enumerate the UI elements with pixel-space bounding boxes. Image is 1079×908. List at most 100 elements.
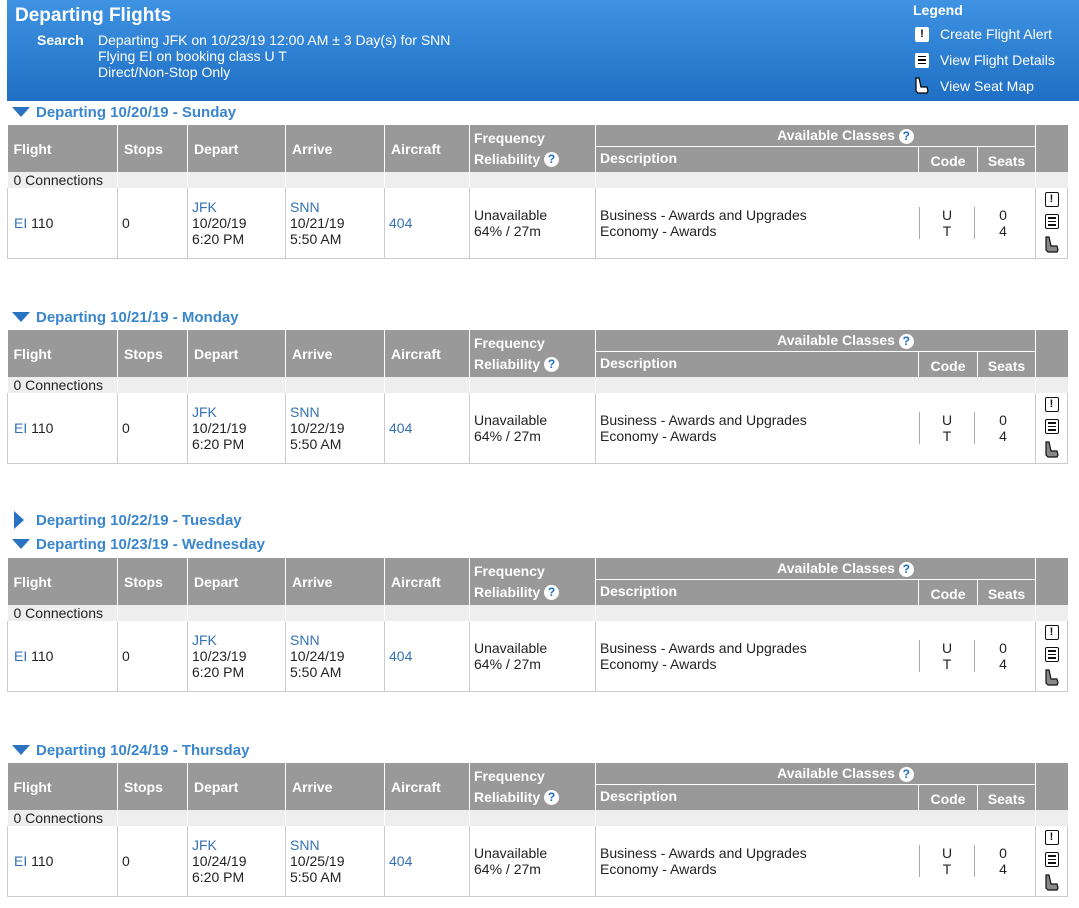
arrive-airport-link[interactable]: SNN	[290, 199, 320, 215]
seats-header: Seats	[977, 580, 1035, 605]
airline-link[interactable]: EI	[14, 853, 27, 869]
airline-link[interactable]: EI	[14, 420, 27, 436]
day-toggle[interactable]: Departing 10/23/19 - Wednesday	[12, 534, 265, 554]
class-description: Business - Awards and Upgrades	[600, 207, 807, 223]
class-seats: 0	[999, 207, 1007, 223]
seat-map-icon[interactable]	[1043, 236, 1061, 254]
class-description: Economy - Awards	[600, 861, 717, 877]
arrive-airport-link[interactable]: SNN	[290, 404, 320, 420]
col-depart: Depart	[187, 330, 286, 377]
col-actions	[1035, 330, 1068, 377]
seat-map-icon[interactable]	[1043, 669, 1061, 687]
arrive-date: 10/25/19	[290, 853, 345, 869]
depart-airport-link[interactable]: JFK	[192, 632, 217, 648]
reliability-value: 64% / 27m	[474, 428, 541, 444]
classes-cell: Business - Awards and Upgrades Economy - …	[595, 188, 1036, 259]
triangle-down-icon	[12, 539, 30, 549]
aircraft-link[interactable]: 404	[389, 853, 412, 869]
flight-details-icon[interactable]	[1044, 647, 1059, 662]
aircraft-link[interactable]: 404	[389, 420, 412, 436]
help-icon[interactable]: ?	[544, 152, 560, 168]
legend-item-seat-map: View Seat Map	[913, 73, 1055, 99]
frequency-value: Unavailable	[474, 845, 548, 861]
aircraft-cell: 404	[384, 621, 470, 692]
code-header: Code	[918, 580, 977, 605]
flight-row: EI 110 0 JFK 10/23/19 6:20 PM SNN 10/24/19 5:50…	[7, 621, 1068, 692]
class-seats: 4	[999, 428, 1007, 444]
flight-num: 110	[31, 853, 54, 869]
class-code: T	[942, 861, 952, 877]
legend-label: View Seat Map	[940, 78, 1034, 94]
seats-header: Seats	[977, 352, 1035, 377]
col-available-classes: Available Classes ? Description Code Seats	[595, 763, 1036, 810]
flight-details-icon[interactable]	[1044, 419, 1059, 434]
depart-cell: JFK 10/21/19 6:20 PM	[187, 393, 286, 464]
alert-icon[interactable]: !	[1044, 625, 1059, 640]
search-line: Flying EI on booking class U T	[98, 48, 287, 64]
aircraft-link[interactable]: 404	[389, 648, 412, 664]
legend-title: Legend	[913, 2, 963, 18]
arrive-airport-link[interactable]: SNN	[290, 837, 320, 853]
airline-link[interactable]: EI	[14, 215, 27, 231]
flight-num: 110	[31, 420, 54, 436]
aircraft-link[interactable]: 404	[389, 215, 412, 231]
col-aircraft: Aircraft	[384, 558, 470, 605]
alert-icon[interactable]: !	[1044, 192, 1059, 207]
day-toggle[interactable]: Departing 10/20/19 - Sunday	[12, 102, 236, 122]
stops-value: 0	[117, 826, 188, 897]
col-stops: Stops	[117, 763, 188, 810]
seats-header: Seats	[977, 785, 1035, 810]
class-seats: 0	[999, 412, 1007, 428]
description-header: Description	[600, 150, 678, 166]
triangle-right-icon	[14, 511, 24, 529]
help-icon[interactable]: ?	[544, 790, 560, 806]
class-description: Economy - Awards	[600, 428, 717, 444]
search-header: Departing Flights Search Departing JFK o…	[7, 0, 1079, 101]
help-icon[interactable]: ?	[544, 357, 560, 373]
depart-cell: JFK 10/20/19 6:20 PM	[187, 188, 286, 259]
frequency-cell: Unavailable 64% / 27m	[469, 826, 596, 897]
flight-details-icon[interactable]	[1044, 852, 1059, 867]
depart-airport-link[interactable]: JFK	[192, 404, 217, 420]
frequency-value: Unavailable	[474, 640, 548, 656]
flight-row: EI 110 0 JFK 10/20/19 6:20 PM SNN 10/21/19 5:50…	[7, 188, 1068, 259]
depart-cell: JFK 10/23/19 6:20 PM	[187, 621, 286, 692]
depart-airport-link[interactable]: JFK	[192, 199, 217, 215]
class-seats: 4	[999, 223, 1007, 239]
flight-num: 110	[31, 215, 54, 231]
day-toggle[interactable]: Departing 10/22/19 - Tuesday	[12, 510, 242, 530]
help-icon[interactable]: ?	[544, 585, 560, 601]
help-icon[interactable]: ?	[898, 766, 914, 782]
class-description: Business - Awards and Upgrades	[600, 412, 807, 428]
alert-icon[interactable]: !	[1044, 830, 1059, 845]
aircraft-cell: 404	[384, 826, 470, 897]
reliability-header: Reliability	[474, 150, 541, 167]
arrive-date: 10/24/19	[290, 648, 345, 664]
depart-airport-link[interactable]: JFK	[192, 837, 217, 853]
aircraft-cell: 404	[384, 188, 470, 259]
day-toggle[interactable]: Departing 10/21/19 - Monday	[12, 307, 239, 327]
seat-map-icon[interactable]	[1043, 441, 1061, 459]
frequency-header: Frequency	[474, 334, 545, 351]
triangle-down-icon	[12, 107, 30, 117]
triangle-down-icon	[12, 312, 30, 322]
day-toggle[interactable]: Departing 10/24/19 - Thursday	[12, 740, 249, 760]
alert-icon[interactable]: !	[1044, 397, 1059, 412]
available-classes-header: Available Classes	[777, 765, 895, 781]
reliability-header: Reliability	[474, 583, 541, 600]
help-icon[interactable]: ?	[898, 561, 914, 577]
depart-time: 6:20 PM	[192, 869, 245, 885]
reliability-value: 64% / 27m	[474, 223, 541, 239]
flight-row: EI 110 0 JFK 10/21/19 6:20 PM SNN 10/22/19 5:50…	[7, 393, 1068, 464]
frequency-header: Frequency	[474, 562, 545, 579]
help-icon[interactable]: ?	[898, 333, 914, 349]
arrive-date: 10/22/19	[290, 420, 345, 436]
seat-map-icon[interactable]	[1043, 874, 1061, 892]
frequency-header: Frequency	[474, 129, 545, 146]
airline-link[interactable]: EI	[14, 648, 27, 664]
class-seats: 0	[999, 640, 1007, 656]
help-icon[interactable]: ?	[898, 128, 914, 144]
arrive-airport-link[interactable]: SNN	[290, 632, 320, 648]
col-aircraft: Aircraft	[384, 125, 470, 172]
flight-details-icon[interactable]	[1044, 214, 1059, 229]
